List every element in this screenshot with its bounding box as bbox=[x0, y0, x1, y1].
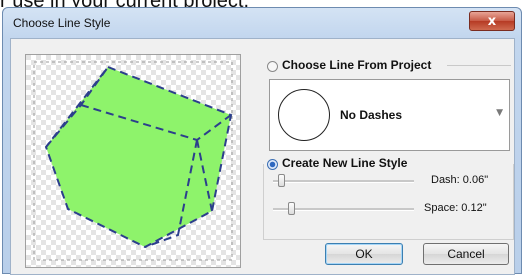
new-style-radio[interactable] bbox=[267, 159, 278, 170]
group-divider bbox=[447, 65, 511, 66]
dash-slider-thumb[interactable] bbox=[278, 174, 285, 187]
dash-slider-track[interactable] bbox=[273, 180, 414, 183]
line-style-preview bbox=[25, 54, 241, 268]
project-line-dropdown[interactable]: No Dashes ▼ bbox=[269, 79, 510, 151]
dash-value-label: Dash: 0.06" bbox=[431, 174, 489, 186]
dialog-body: Choose Line From Project No Dashes ▼ Cre… bbox=[10, 38, 515, 275]
dropdown-value: No Dashes bbox=[340, 108, 403, 122]
from-project-radio[interactable] bbox=[267, 61, 278, 72]
close-button[interactable]: x bbox=[469, 11, 515, 31]
space-slider-thumb[interactable] bbox=[288, 202, 295, 215]
new-style-label[interactable]: Create New Line Style bbox=[282, 156, 412, 170]
close-icon: x bbox=[487, 13, 497, 29]
preview-canvas bbox=[26, 55, 240, 267]
from-project-label[interactable]: Choose Line From Project bbox=[282, 58, 431, 72]
ok-button[interactable]: OK bbox=[325, 243, 403, 265]
choose-line-style-dialog: Choose Line Style x Choose Line From Pro… bbox=[2, 7, 522, 275]
title-bar[interactable]: Choose Line Style x bbox=[3, 8, 521, 36]
chevron-down-icon[interactable]: ▼ bbox=[496, 108, 503, 118]
cancel-button[interactable]: Cancel bbox=[423, 243, 509, 265]
line-sample-icon bbox=[278, 89, 330, 141]
dialog-title: Choose Line Style bbox=[13, 16, 111, 30]
space-value-label: Space: 0.12" bbox=[424, 202, 487, 214]
